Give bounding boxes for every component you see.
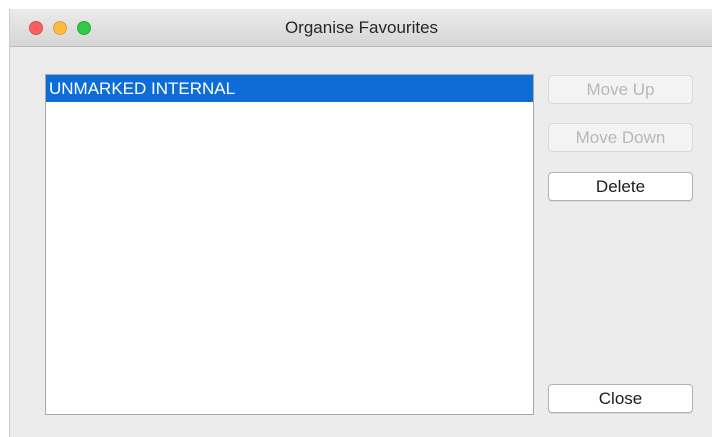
close-button[interactable]: Close	[548, 384, 693, 413]
list-item[interactable]: UNMARKED INTERNAL	[46, 75, 533, 102]
title-bar[interactable]: Organise Favourites	[10, 9, 712, 47]
organise-favourites-window: Organise Favourites UNMARKED INTERNAL Mo…	[9, 9, 712, 437]
move-up-button[interactable]: Move Up	[548, 75, 693, 104]
delete-button[interactable]: Delete	[548, 172, 693, 201]
window-title: Organise Favourites	[284, 18, 439, 37]
list-item-label: UNMARKED INTERNAL	[49, 79, 236, 98]
favourites-list[interactable]: UNMARKED INTERNAL	[45, 74, 534, 415]
move-down-button[interactable]: Move Down	[548, 123, 693, 152]
